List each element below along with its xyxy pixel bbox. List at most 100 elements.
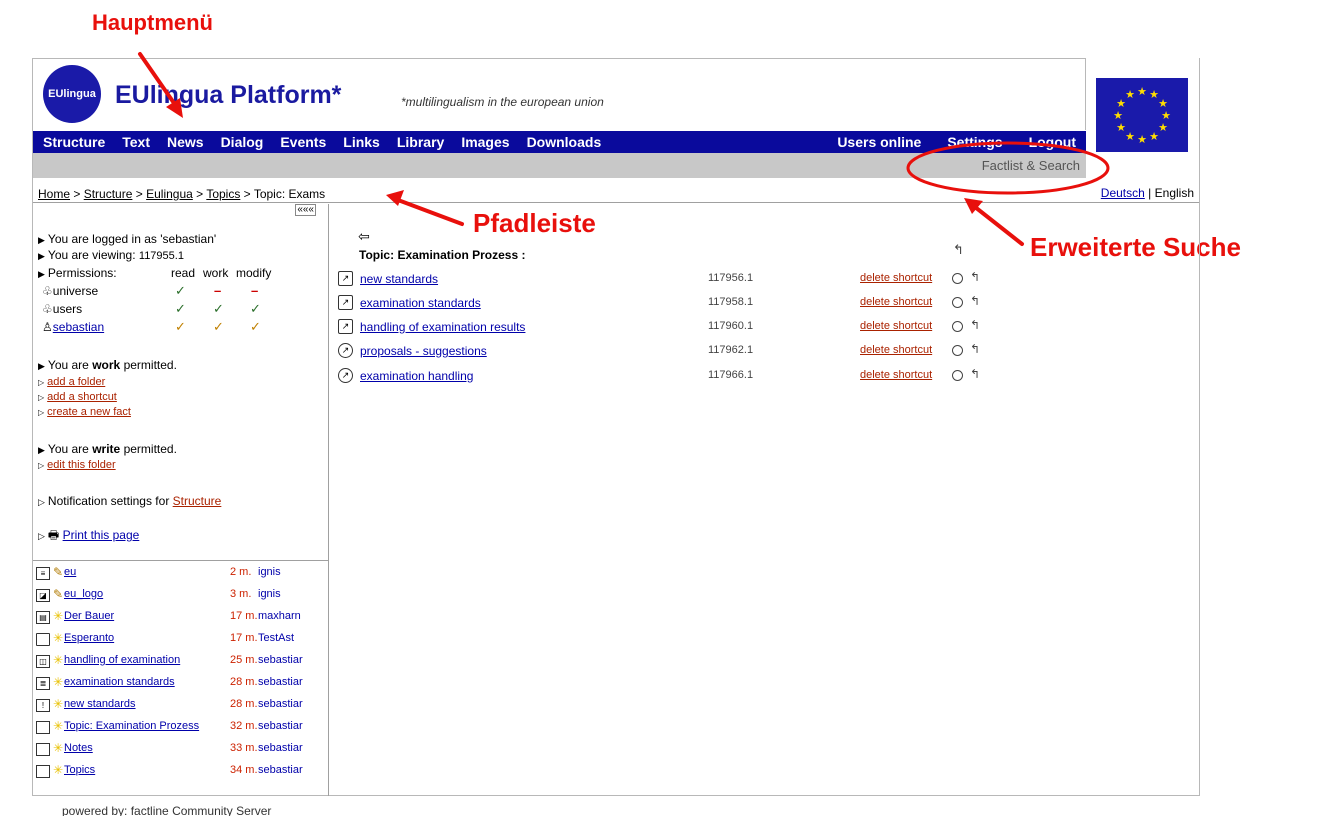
recent-item-user: sebastiar (258, 698, 303, 710)
recent-item-name[interactable]: Der Bauer (64, 610, 114, 622)
create-fact-link[interactable]: create a new fact (47, 406, 131, 418)
move-up-icon[interactable]: ↰ (970, 367, 980, 381)
move-up-icon[interactable]: ↰ (970, 318, 980, 332)
print-page-link[interactable]: Print this page (63, 528, 140, 542)
triangle-right-icon: ▶ (38, 251, 45, 261)
recent-item-time: 34 m. (230, 764, 258, 776)
recent-item-name[interactable]: new standards (64, 698, 136, 710)
select-radio[interactable] (952, 370, 963, 381)
group-icon: ♧ (42, 284, 53, 298)
menu-downloads[interactable]: Downloads (527, 134, 602, 150)
recent-item-name[interactable]: Esperanto (64, 632, 114, 644)
recent-item-name[interactable]: handling of examination (64, 654, 180, 666)
perm-users-modify: ✓ (250, 301, 261, 316)
breadcrumb: Home > Structure > Eulingua > Topics > T… (38, 187, 325, 201)
menu-text[interactable]: Text (122, 134, 150, 150)
menu-settings[interactable]: Settings (947, 134, 1002, 150)
recent-item-time: 17 m. (230, 632, 258, 644)
menu-logout[interactable]: Logout (1029, 134, 1076, 150)
perm-row-users: ♧users (42, 302, 83, 316)
move-up-icon[interactable]: ↰ (970, 270, 980, 284)
move-up-icon[interactable]: ↰ (970, 294, 980, 308)
breadcrumb-eulingua[interactable]: Eulingua (146, 187, 193, 201)
notification-structure-link[interactable]: Structure (173, 494, 222, 508)
select-radio[interactable] (952, 273, 963, 284)
perm-sebastian-work: ✓ (213, 319, 224, 334)
perm-row-universe: ♧universe (42, 284, 99, 298)
menu-events[interactable]: Events (280, 134, 326, 150)
eu-stars-icon: ★ ★★ ★★★ ★★★ ★★★ (1113, 85, 1171, 146)
recent-item-time: 33 m. (230, 742, 258, 754)
platform-title: EUlingua Platform* (115, 81, 342, 109)
new-star-icon: ✳ (53, 741, 64, 755)
menu-news[interactable]: News (167, 134, 204, 150)
factlist-search-link[interactable]: Factlist & Search (982, 158, 1080, 173)
recent-item-name[interactable]: eu_logo (64, 588, 103, 600)
svg-text:★: ★ (1113, 109, 1123, 122)
recent-item-user: sebastiar (258, 654, 303, 666)
recent-item-name[interactable]: Topic: Examination Prozess (64, 720, 199, 732)
recent-item-time: 3 m. (230, 588, 252, 600)
breadcrumb-home[interactable]: Home (38, 187, 70, 201)
content-item-link[interactable]: examination standards (360, 296, 481, 310)
recent-item-name[interactable]: eu (64, 566, 76, 578)
recent-item-name[interactable]: examination standards (64, 676, 175, 688)
perm-sebastian-modify: ✓ (250, 319, 261, 334)
recent-item-time: 28 m. (230, 676, 258, 688)
collapse-panel-button[interactable]: ««« (295, 204, 316, 216)
recent-item-name[interactable]: Topics (64, 764, 95, 776)
work-permission-info: ▶ You are work permitted. (38, 358, 177, 372)
up-level-icon[interactable]: ↰ (953, 242, 964, 258)
main-menu-left: Structure Text News Dialog Events Links … (33, 134, 618, 150)
recent-item-user: ignis (258, 566, 281, 578)
breadcrumb-separator: > (196, 187, 204, 201)
delete-shortcut-link[interactable]: delete shortcut (860, 320, 932, 332)
delete-shortcut-link[interactable]: delete shortcut (860, 296, 932, 308)
menu-links[interactable]: Links (343, 134, 380, 150)
left-panel-divider (33, 560, 329, 561)
recent-item-user: maxharn (258, 610, 301, 622)
user-sebastian-link[interactable]: sebastian (53, 320, 104, 334)
delete-shortcut-link[interactable]: delete shortcut (860, 272, 932, 284)
menu-library[interactable]: Library (397, 134, 444, 150)
new-star-icon: ✳ (53, 719, 64, 733)
perm-users-read: ✓ (175, 301, 186, 316)
content-item-id: 117966.1 (708, 369, 754, 381)
perm-sebastian-read: ✓ (175, 319, 186, 334)
triangle-outline-icon: ▷ (38, 408, 45, 417)
permissions-label: ▶ Permissions: (38, 266, 117, 280)
content-item-link[interactable]: new standards (360, 272, 438, 286)
recent-item-time: 25 m. (230, 654, 258, 666)
edit-folder-link[interactable]: edit this folder (47, 459, 115, 471)
content-item-link[interactable]: examination handling (360, 369, 473, 383)
annotation-main-menu: Hauptmenü (92, 10, 213, 35)
new-star-icon: ✳ (53, 675, 64, 689)
delete-shortcut-link[interactable]: delete shortcut (860, 344, 932, 356)
menu-dialog[interactable]: Dialog (221, 134, 264, 150)
delete-shortcut-link[interactable]: delete shortcut (860, 369, 932, 381)
menu-images[interactable]: Images (461, 134, 509, 150)
select-radio[interactable] (952, 345, 963, 356)
breadcrumb-separator: > (135, 187, 143, 201)
recent-item-name[interactable]: Notes (64, 742, 93, 754)
add-folder-link[interactable]: add a folder (47, 376, 105, 388)
move-up-icon[interactable]: ↰ (970, 342, 980, 356)
shortcut-icon: ↗ (338, 343, 353, 358)
content-item-link[interactable]: handling of examination results (360, 320, 525, 334)
breadcrumb-topics[interactable]: Topics (206, 187, 240, 201)
breadcrumb-structure[interactable]: Structure (84, 187, 133, 201)
eulingua-logo[interactable]: EUlingua (43, 65, 101, 123)
back-arrow-icon[interactable]: ⇦ (358, 228, 370, 245)
content-item-id: 117960.1 (708, 320, 754, 332)
content-item-link[interactable]: proposals - suggestions (360, 344, 487, 358)
select-radio[interactable] (952, 321, 963, 332)
breadcrumb-bar: Home > Structure > Eulingua > Topics > T… (33, 184, 1199, 203)
select-radio[interactable] (952, 297, 963, 308)
folder-icon (36, 721, 50, 734)
add-shortcut-link[interactable]: add a shortcut (47, 391, 117, 403)
add-folder-item: ▷ add a folder (38, 374, 105, 388)
recent-item-time: 32 m. (230, 720, 258, 732)
lang-deutsch-link[interactable]: Deutsch (1101, 186, 1145, 200)
menu-users-online[interactable]: Users online (837, 134, 921, 150)
menu-structure[interactable]: Structure (43, 134, 105, 150)
